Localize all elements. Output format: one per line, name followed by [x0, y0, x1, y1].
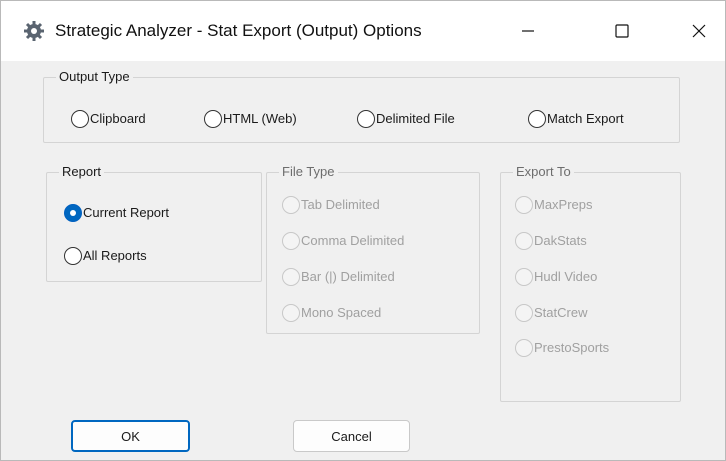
radio-label: Delimited File [376, 111, 455, 126]
radio-label: Match Export [547, 111, 624, 126]
radio-label: MaxPreps [534, 197, 593, 212]
report-group: Report Current Report All Reports [46, 164, 262, 282]
radio-indicator [282, 232, 300, 250]
radio-indicator [64, 204, 82, 222]
radio-label: All Reports [83, 248, 147, 263]
radio-indicator [515, 268, 533, 286]
radio-indicator [71, 110, 89, 128]
radio-indicator [528, 110, 546, 128]
ok-button[interactable]: OK [71, 420, 190, 452]
export-to-legend: Export To [513, 164, 574, 180]
radio-label: HTML (Web) [223, 111, 297, 126]
report-current-radio[interactable]: Current Report [64, 204, 169, 222]
file-type-legend: File Type [279, 164, 338, 180]
radio-indicator [282, 268, 300, 286]
title-bar[interactable]: Strategic Analyzer - Stat Export (Output… [1, 1, 725, 61]
radio-label: Tab Delimited [301, 197, 380, 212]
close-button[interactable] [676, 13, 722, 49]
close-icon [692, 24, 706, 38]
radio-label: PrestoSports [534, 340, 610, 355]
radio-indicator [515, 196, 533, 214]
radio-label: StatCrew [534, 305, 588, 320]
radio-label: Comma Delimited [301, 233, 405, 248]
radio-label: DakStats [534, 233, 587, 248]
radio-label: Current Report [83, 205, 169, 220]
output-type-html-radio[interactable]: HTML (Web) [204, 110, 297, 128]
radio-indicator [64, 247, 82, 265]
radio-label: Clipboard [90, 111, 146, 126]
minimize-button[interactable] [505, 13, 551, 49]
maximize-button[interactable] [599, 13, 645, 49]
file-type-bar-radio[interactable]: Bar (|) Delimited [282, 268, 395, 286]
radio-label: Hudl Video [534, 269, 598, 284]
export-to-dakstats-radio[interactable]: DakStats [515, 232, 587, 250]
gear-icon [23, 20, 45, 42]
export-to-group: Export To MaxPreps DakStats Hudl Video S… [500, 164, 681, 402]
export-to-hudl-video-radio[interactable]: Hudl Video [515, 268, 597, 286]
output-type-group: Output Type Clipboard HTML (Web) Delimit… [43, 69, 680, 143]
radio-indicator [282, 304, 300, 322]
file-type-tab-radio[interactable]: Tab Delimited [282, 196, 380, 214]
radio-indicator [515, 232, 533, 250]
export-to-prestosports-radio[interactable]: PrestoSports [515, 339, 609, 357]
report-all-radio[interactable]: All Reports [64, 247, 147, 265]
output-type-clipboard-radio[interactable]: Clipboard [71, 110, 146, 128]
radio-indicator [515, 339, 533, 357]
report-legend: Report [59, 164, 105, 180]
file-type-comma-radio[interactable]: Comma Delimited [282, 232, 404, 250]
export-to-maxpreps-radio[interactable]: MaxPreps [515, 196, 593, 214]
file-type-group: File Type Tab Delimited Comma Delimited … [266, 164, 480, 334]
radio-label: Mono Spaced [301, 305, 382, 320]
radio-label: Bar (|) Delimited [301, 269, 395, 284]
radio-indicator [357, 110, 375, 128]
output-type-legend: Output Type [56, 69, 133, 85]
radio-indicator [204, 110, 222, 128]
output-type-match-export-radio[interactable]: Match Export [528, 110, 624, 128]
stat-export-dialog: Strategic Analyzer - Stat Export (Output… [0, 0, 726, 461]
minimize-icon [522, 30, 534, 32]
file-type-mono-radio[interactable]: Mono Spaced [282, 304, 381, 322]
radio-indicator [515, 304, 533, 322]
maximize-icon [615, 24, 629, 38]
cancel-button[interactable]: Cancel [293, 420, 410, 452]
output-type-delimited-file-radio[interactable]: Delimited File [357, 110, 455, 128]
export-to-statcrew-radio[interactable]: StatCrew [515, 304, 587, 322]
window-title: Strategic Analyzer - Stat Export (Output… [55, 21, 422, 40]
radio-indicator [282, 196, 300, 214]
